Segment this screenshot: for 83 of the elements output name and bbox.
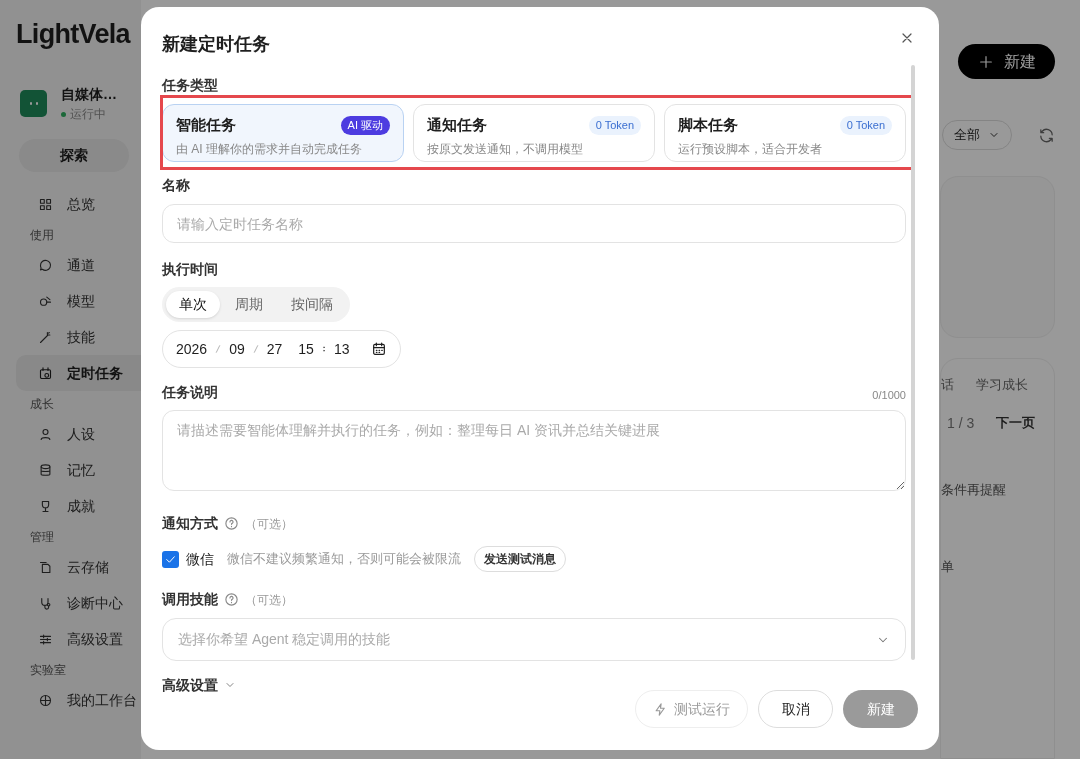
- field-label: 通知方式: [162, 514, 218, 533]
- scrollbar[interactable]: [911, 65, 915, 660]
- field-label: 执行时间: [162, 260, 219, 279]
- plus-icon: [977, 53, 994, 70]
- nav-icon: [38, 293, 53, 309]
- tab[interactable]: 学习成长: [976, 375, 1028, 395]
- minute-value: 13: [333, 339, 350, 359]
- nav-icon: [38, 595, 53, 611]
- card-description: 运行预设脚本，适合开发者: [678, 140, 823, 158]
- nav-icon: [38, 692, 53, 708]
- nav-icon: [38, 426, 53, 442]
- card-description: 按原文发送通知，不调用模型: [427, 140, 584, 158]
- agent-avatar: [20, 90, 47, 117]
- advanced-settings-toggle[interactable]: 高级设置: [162, 674, 218, 696]
- name-input[interactable]: 请输入定时任务名称: [162, 204, 906, 243]
- checkbox[interactable]: [162, 550, 179, 568]
- nav-item[interactable]: 记忆: [16, 452, 141, 488]
- dialog-title: 新建定时任务: [162, 33, 270, 55]
- nav-item[interactable]: 成就: [16, 488, 141, 524]
- calendar-icon: [371, 341, 388, 357]
- day-value: 27: [266, 339, 283, 359]
- nav-item[interactable]: 人设: [16, 416, 141, 452]
- list-text: 单: [941, 558, 955, 577]
- character-counter: 0/1000: [872, 387, 906, 403]
- nav-section-heading: 成长: [29, 395, 55, 413]
- field-label: 调用技能: [162, 590, 218, 609]
- schedule-mode-tab[interactable]: 单次: [166, 291, 220, 318]
- optional-hint: （可选）: [245, 515, 293, 533]
- schedule-mode-tab[interactable]: 按间隔: [278, 291, 346, 318]
- month-value: 09: [229, 339, 245, 359]
- nav-icon: [38, 257, 53, 273]
- page-indicator: 1 / 3: [947, 413, 975, 433]
- nav-section-heading: 使用: [29, 226, 55, 244]
- create-button[interactable]: 新建: [843, 690, 918, 728]
- nav-item[interactable]: 总览: [16, 186, 141, 222]
- nav-icon: [38, 196, 53, 212]
- new-button[interactable]: 新建: [958, 44, 1055, 80]
- nav-item[interactable]: 定时任务: [16, 355, 141, 391]
- card-description: 由 AI 理解你的需求并自动完成任务: [176, 140, 363, 158]
- description-textarea[interactable]: 请描述需要智能体理解并执行的任务，例如：整理每日 AI 资讯并总结关键进展: [162, 410, 906, 491]
- help-icon: [224, 592, 239, 607]
- hint-text: 微信不建议频繁通知，否则可能会被限流: [227, 550, 461, 569]
- nav-item[interactable]: 高级设置: [16, 621, 141, 657]
- list-text: 条件再提醒: [941, 480, 1007, 499]
- hour-value: 15: [298, 339, 314, 359]
- badge: 0 Token: [839, 115, 892, 135]
- nav-icon: [38, 329, 53, 345]
- nav-section-heading: 管理: [29, 528, 55, 546]
- nav-item[interactable]: 模型: [16, 283, 141, 319]
- nav-item[interactable]: 我的工作台: [16, 682, 141, 718]
- cancel-button[interactable]: 取消: [758, 690, 833, 728]
- next-page-link[interactable]: 下一页: [996, 413, 1036, 433]
- nav-section-heading: 实验室: [29, 661, 67, 679]
- tab[interactable]: 话: [941, 375, 954, 395]
- field-label: 任务类型: [162, 76, 219, 95]
- refresh-icon: [1038, 126, 1055, 144]
- agent-status: 运行中: [70, 106, 106, 123]
- nav-item[interactable]: 云存储: [16, 549, 141, 585]
- checkbox-label: 微信: [186, 549, 214, 569]
- field-label: 名称: [162, 176, 191, 195]
- card-title: 通知任务: [427, 115, 487, 135]
- schedule-mode-tab[interactable]: 周期: [222, 291, 276, 318]
- agent-name: 自媒体…: [61, 85, 117, 104]
- lightning-icon: [653, 701, 668, 717]
- task-type-card[interactable]: 智能任务 AI 驱动 由 AI 理解你的需求并自动完成任务: [162, 104, 404, 162]
- help-icon: [224, 516, 239, 531]
- nav-item[interactable]: 技能: [16, 319, 141, 355]
- nav-icon: [38, 559, 53, 575]
- optional-hint: （可选）: [245, 591, 293, 609]
- task-type-card[interactable]: 脚本任务 0 Token 运行预设脚本，适合开发者: [664, 104, 906, 162]
- year-value: 2026: [176, 339, 208, 359]
- nav-item[interactable]: 通道: [16, 247, 141, 283]
- card-title: 脚本任务: [678, 115, 738, 135]
- badge: AI 驱动: [340, 115, 390, 135]
- nav-item[interactable]: 诊断中心: [16, 585, 141, 621]
- field-label: 任务说明: [162, 383, 218, 402]
- task-type-card[interactable]: 通知任务 0 Token 按原文发送通知，不调用模型: [413, 104, 655, 162]
- nav-icon: [38, 365, 53, 381]
- explore-button[interactable]: 探索: [19, 139, 129, 172]
- nav-icon: [38, 462, 53, 478]
- app-logo: LightVela: [16, 17, 132, 51]
- card-title: 智能任务: [176, 115, 236, 135]
- badge: 0 Token: [588, 115, 641, 135]
